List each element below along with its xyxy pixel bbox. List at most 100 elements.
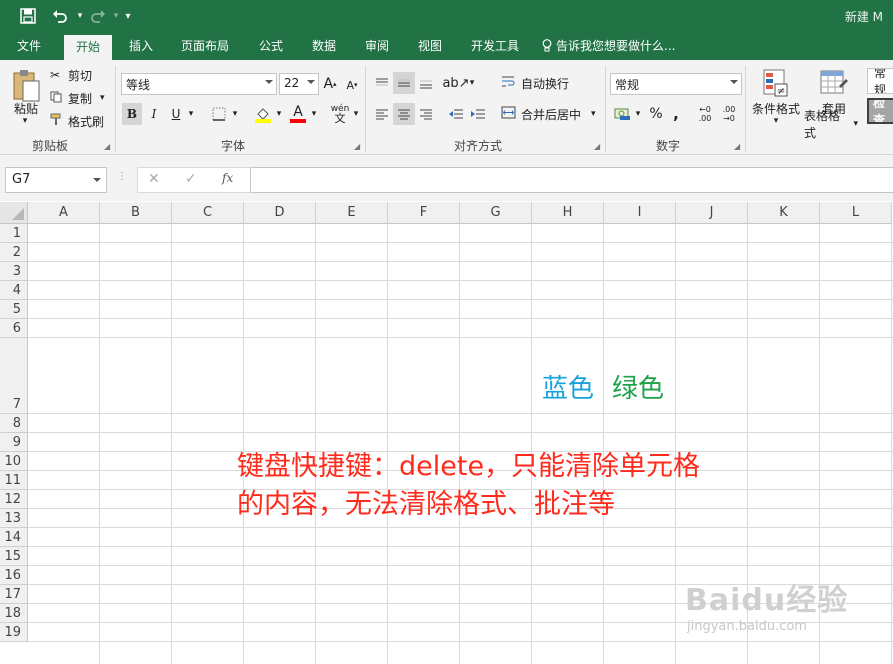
row-header-14[interactable]: 14: [0, 528, 28, 547]
row-header-7[interactable]: 7: [0, 338, 28, 414]
align-center-icon[interactable]: [393, 103, 415, 125]
row-header-12[interactable]: 12: [0, 490, 28, 509]
insert-function-button[interactable]: fx: [222, 171, 233, 185]
row-header-8[interactable]: 8: [0, 414, 28, 433]
tab-view[interactable]: 视图: [409, 32, 451, 60]
italic-button[interactable]: I: [144, 103, 164, 125]
row-header-4[interactable]: 4: [0, 281, 28, 300]
row-header-17[interactable]: 17: [0, 585, 28, 604]
column-header-C[interactable]: C: [172, 202, 244, 224]
font-size-dropdown[interactable]: 22: [279, 73, 319, 95]
decrease-decimal-button[interactable]: .00 →0: [718, 103, 740, 125]
format-as-table-icon[interactable]: [816, 66, 852, 100]
cell-green-text[interactable]: 绿色: [612, 368, 664, 405]
row-header-15[interactable]: 15: [0, 547, 28, 566]
percent-button[interactable]: %: [645, 103, 667, 125]
column-header-I[interactable]: I: [604, 202, 676, 224]
font-color-icon[interactable]: A: [287, 103, 309, 125]
tab-data[interactable]: 数据: [303, 32, 345, 60]
align-middle-icon[interactable]: [393, 72, 415, 94]
column-header-B[interactable]: B: [100, 202, 172, 224]
number-format-dropdown[interactable]: 常规: [610, 73, 742, 95]
cell-blue-text[interactable]: 蓝色: [542, 368, 594, 405]
save-icon[interactable]: [18, 6, 38, 26]
format-painter-button[interactable]: 格式刷: [50, 112, 112, 130]
column-header-H[interactable]: H: [532, 202, 604, 224]
undo-dropdown-icon[interactable]: ▾: [70, 6, 90, 26]
column-header-F[interactable]: F: [388, 202, 460, 224]
cancel-icon[interactable]: ✕: [148, 171, 160, 187]
column-header-K[interactable]: K: [748, 202, 820, 224]
shrink-font-button[interactable]: A ▾: [343, 75, 361, 95]
bold-button[interactable]: B: [122, 103, 142, 125]
row-header-3[interactable]: 3: [0, 262, 28, 281]
format-as-table-label-2[interactable]: 表格格式 ▾: [804, 109, 858, 140]
align-bottom-icon[interactable]: [415, 72, 437, 94]
row-header-1[interactable]: 1: [0, 224, 28, 243]
row-header-11[interactable]: 11: [0, 471, 28, 490]
conditional-formatting-label[interactable]: 条件格式: [748, 100, 804, 116]
conditional-formatting-icon[interactable]: ≠: [757, 66, 793, 100]
increase-indent-icon[interactable]: [467, 103, 489, 125]
row-header-16[interactable]: 16: [0, 566, 28, 585]
row-header-10[interactable]: 10: [0, 452, 28, 471]
orientation-dropdown-icon[interactable]: ▾: [467, 76, 477, 90]
redo-icon[interactable]: [88, 6, 108, 26]
tab-page-layout[interactable]: 页面布局: [174, 32, 236, 60]
name-box[interactable]: G7: [5, 167, 107, 193]
underline-dropdown-icon[interactable]: ▾: [186, 107, 196, 121]
column-header-A[interactable]: A: [28, 202, 100, 224]
row-header-5[interactable]: 5: [0, 300, 28, 319]
font-color-dropdown-icon[interactable]: ▾: [309, 107, 319, 121]
cell-style-check[interactable]: 检查: [867, 98, 893, 124]
tab-review[interactable]: 审阅: [356, 32, 398, 60]
formula-input[interactable]: [250, 167, 893, 193]
copy-button[interactable]: 复制 ▾: [50, 89, 112, 107]
cell-style-normal[interactable]: 常规: [867, 68, 893, 94]
paste-dropdown-icon[interactable]: ▾: [18, 116, 32, 126]
wrap-text-button[interactable]: 自动换行: [501, 73, 573, 93]
customize-toolbar-icon[interactable]: ▾: [118, 6, 138, 26]
increase-decimal-button[interactable]: ←0.00: [694, 103, 716, 125]
comma-style-button[interactable]: ,: [667, 103, 685, 125]
fill-color-dropdown-icon[interactable]: ▾: [274, 107, 284, 121]
column-header-L[interactable]: L: [820, 202, 892, 224]
copy-dropdown-icon[interactable]: ▾: [100, 93, 105, 103]
align-top-icon[interactable]: [371, 72, 393, 94]
merge-center-button[interactable]: 合并后居中 ▾: [501, 104, 599, 124]
undo-icon[interactable]: [50, 6, 70, 26]
row-header-18[interactable]: 18: [0, 604, 28, 623]
tab-home[interactable]: 开始: [64, 35, 112, 60]
borders-icon[interactable]: [208, 103, 230, 125]
font-name-dropdown[interactable]: 等线: [121, 73, 277, 95]
column-header-G[interactable]: G: [460, 202, 532, 224]
tab-developer[interactable]: 开发工具: [462, 32, 528, 60]
font-launcher-icon[interactable]: ◢: [354, 142, 360, 151]
phonetic-dropdown-icon[interactable]: ▾: [351, 107, 361, 121]
conditional-dropdown-icon[interactable]: ▾: [770, 116, 782, 126]
select-all-corner[interactable]: [0, 202, 28, 224]
row-header-13[interactable]: 13: [0, 509, 28, 528]
tab-formulas[interactable]: 公式: [250, 32, 292, 60]
borders-dropdown-icon[interactable]: ▾: [230, 107, 240, 121]
decrease-indent-icon[interactable]: [445, 103, 467, 125]
currency-dropdown-icon[interactable]: ▾: [633, 107, 643, 121]
align-right-icon[interactable]: [415, 103, 437, 125]
row-header-2[interactable]: 2: [0, 243, 28, 262]
column-header-E[interactable]: E: [316, 202, 388, 224]
phonetic-guide-button[interactable]: wén 文: [329, 102, 351, 126]
merge-dropdown-icon[interactable]: ▾: [591, 109, 596, 119]
tab-insert[interactable]: 插入: [120, 32, 162, 60]
column-header-J[interactable]: J: [676, 202, 748, 224]
enter-check-icon[interactable]: ✓: [185, 171, 197, 187]
row-header-9[interactable]: 9: [0, 433, 28, 452]
column-header-D[interactable]: D: [244, 202, 316, 224]
tell-me-box[interactable]: 告诉我您想要做什么...: [542, 32, 692, 60]
clipboard-launcher-icon[interactable]: ◢: [104, 142, 110, 151]
row-header-19[interactable]: 19: [0, 623, 28, 642]
paste-label[interactable]: 粘贴: [8, 100, 44, 116]
cut-button[interactable]: ✂ 剪切: [50, 66, 110, 84]
grow-font-button[interactable]: A ▴: [321, 73, 339, 95]
splitter-dots-icon[interactable]: ⋮: [117, 171, 127, 182]
fill-color-icon[interactable]: [252, 103, 274, 125]
